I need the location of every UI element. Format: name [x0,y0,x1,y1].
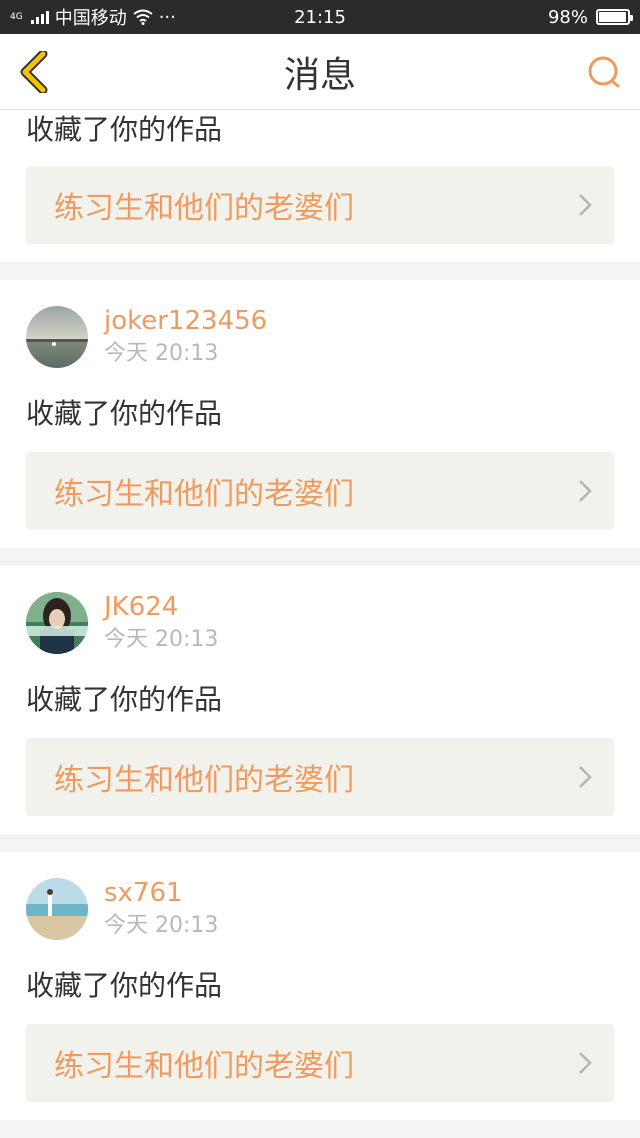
girl-portrait-avatar [26,592,88,654]
page-title: 消息 [283,54,356,96]
avatar[interactable] [26,306,88,368]
search-icon [588,56,620,88]
status-bar: 4G 中国移动 ··· 21:15 98% [0,0,640,34]
chevron-right-icon [579,194,592,216]
battery-icon [596,9,633,25]
work-link[interactable]: 练习生和他们的老婆们 [26,738,614,816]
message-card: 收藏了你的作品 练习生和他们的老婆们 [0,110,640,262]
more-dots: ··· [158,6,176,28]
back-button[interactable] [14,50,54,94]
message-card: joker123456 今天 20:13 收藏了你的作品 练习生和他们的老婆们 [0,280,640,548]
work-title: 练习生和他们的老婆们 [54,477,354,512]
user-row[interactable]: sx761 今天 20:13 [26,878,218,940]
user-meta: JK624 今天 20:13 [104,591,218,655]
work-link[interactable]: 练习生和他们的老婆们 [26,166,614,244]
message-card: JK624 今天 20:13 收藏了你的作品 练习生和他们的老婆们 [0,566,640,834]
signal-icon [30,10,49,24]
message-action-text: 收藏了你的作品 [26,113,223,146]
chevron-right-icon [579,766,592,788]
status-left: 4G 中国移动 ··· [10,4,270,30]
message-action-text: 收藏了你的作品 [26,683,223,716]
chevron-right-icon [579,480,592,502]
nav-bar: 消息 [0,34,640,110]
work-title: 练习生和他们的老婆们 [54,1049,354,1084]
carrier-name: 中国移动 [54,8,127,29]
timestamp: 今天 20:13 [104,341,219,366]
message-action-text: 收藏了你的作品 [26,969,223,1002]
avatar[interactable] [26,592,88,654]
work-title: 练习生和他们的老婆们 [54,191,354,226]
beach-avatar [26,878,88,940]
timestamp: 今天 20:13 [104,913,219,938]
battery-percent: 98% [547,6,588,28]
username[interactable]: sx761 [104,877,218,909]
lake-sky-avatar [26,306,88,368]
avatar[interactable] [26,878,88,940]
status-right: 98% [370,6,633,28]
message-card: sx761 今天 20:13 收藏了你的作品 练习生和他们的老婆们 [0,852,640,1120]
user-row[interactable]: JK624 今天 20:13 [26,592,218,654]
network-type: 4G [10,11,23,22]
timestamp: 今天 20:13 [104,627,219,652]
work-title: 练习生和他们的老婆们 [54,763,354,798]
search-button[interactable] [584,52,624,92]
user-row[interactable]: joker123456 今天 20:13 [26,306,267,368]
user-meta: joker123456 今天 20:13 [104,305,267,369]
work-link[interactable]: 练习生和他们的老婆们 [26,452,614,530]
chevron-right-icon [579,1052,592,1074]
wifi-icon [133,9,153,25]
username[interactable]: joker123456 [104,305,267,337]
chevron-left-icon [20,51,48,93]
message-action-text: 收藏了你的作品 [26,397,223,430]
username[interactable]: JK624 [104,591,218,623]
message-list[interactable]: 收藏了你的作品 练习生和他们的老婆们 joker123456 今天 20:13 … [0,110,640,1138]
work-link[interactable]: 练习生和他们的老婆们 [26,1024,614,1102]
user-meta: sx761 今天 20:13 [104,877,218,941]
status-time: 21:15 [294,6,346,28]
